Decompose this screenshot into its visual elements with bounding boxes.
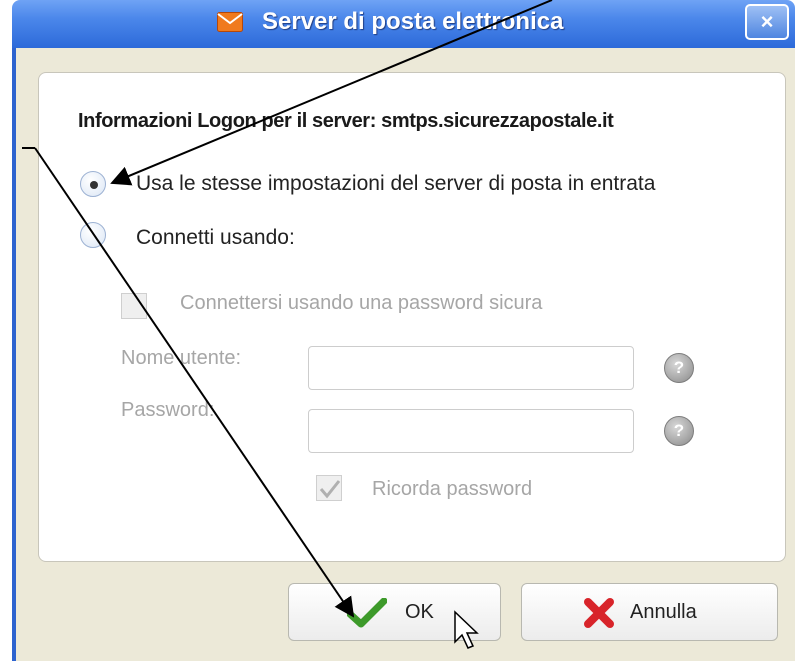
annotation-arrow-radio (110, 0, 553, 186)
annotation-arrows (22, 0, 553, 649)
mouse-cursor-icon (454, 610, 479, 649)
annotation-arrow-ok (34, 147, 355, 618)
